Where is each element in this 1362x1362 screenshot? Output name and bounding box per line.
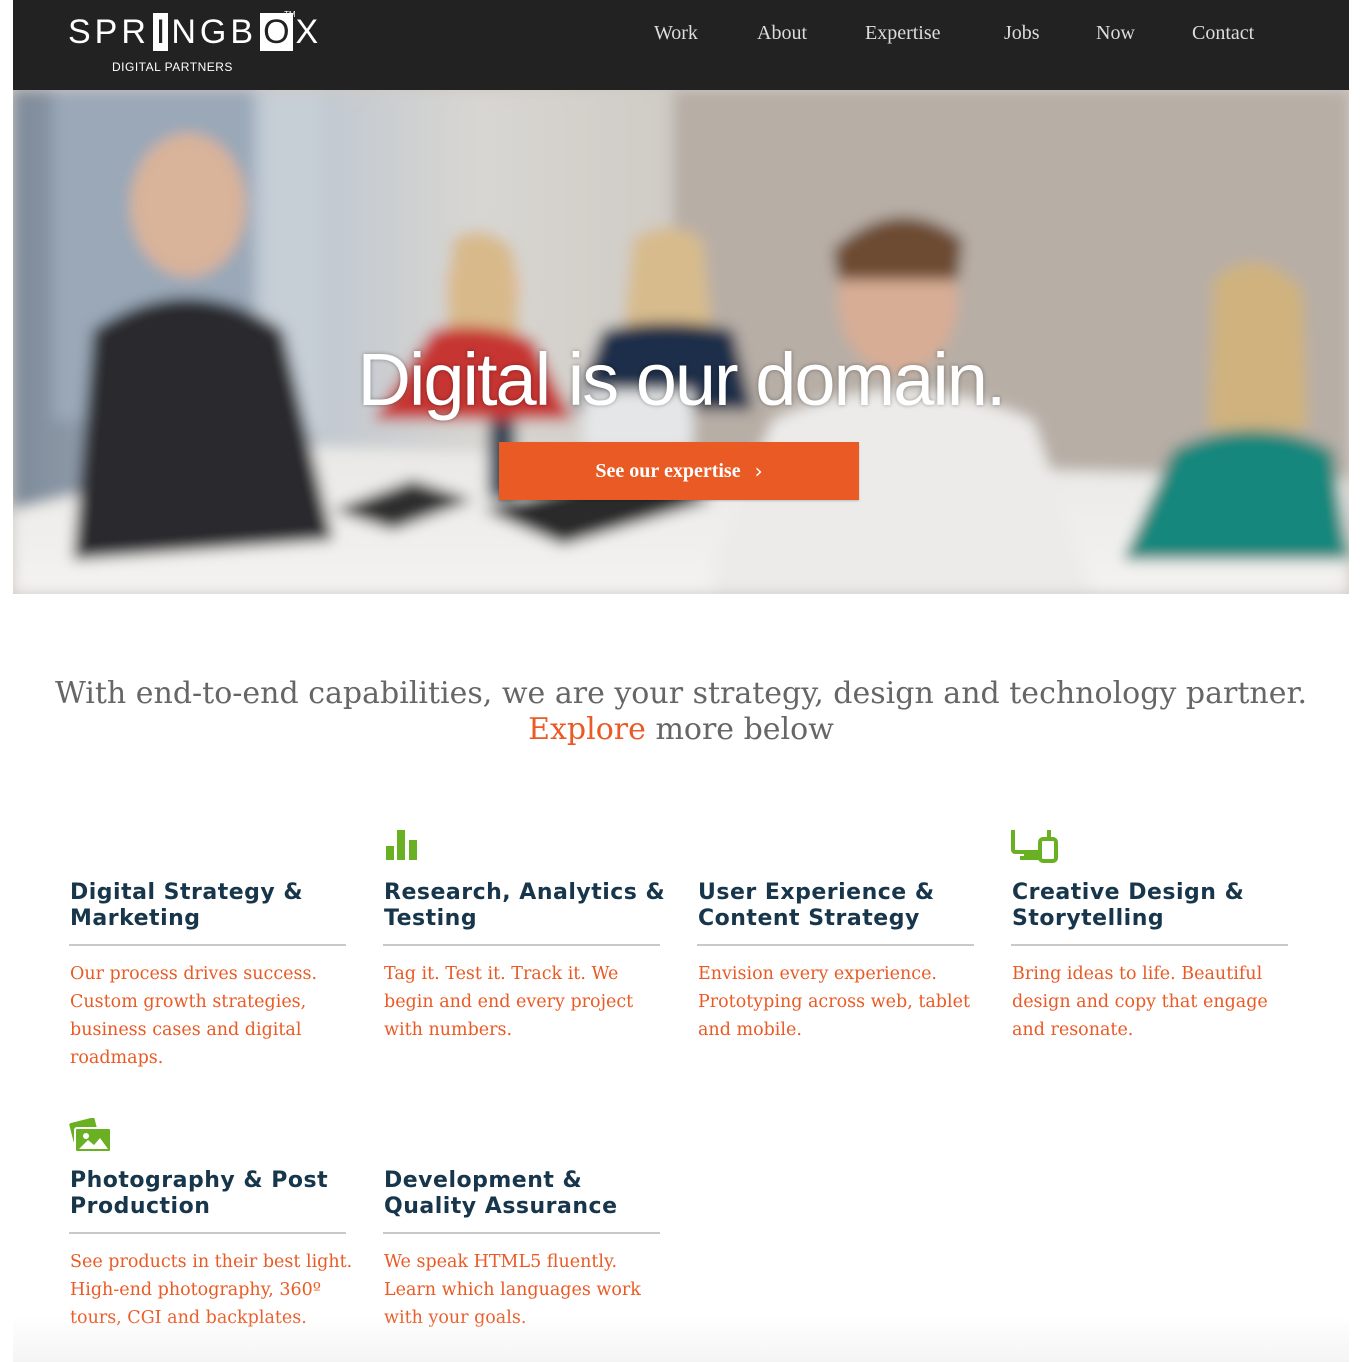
logo-text: SPR xyxy=(68,13,150,51)
nav-work[interactable]: Work xyxy=(654,22,698,45)
site-header: SPR I NGB O X TM DIGITAL PARTNERS Work About… xyxy=(13,0,1349,90)
service-description: Our process drives success. Custom growt… xyxy=(70,964,318,1068)
intro-statement: With end-to-end capabilities, we are you… xyxy=(13,676,1349,748)
bar-chart-icon xyxy=(386,830,417,860)
cta-label: See our expertise xyxy=(595,459,741,482)
service-description: See products in their best light. High-e… xyxy=(70,1252,353,1328)
service-description: Bring ideas to life. Beautiful design an… xyxy=(1012,964,1268,1040)
explore-link[interactable]: Explore xyxy=(528,712,646,747)
nav-contact[interactable]: Contact xyxy=(1192,22,1254,45)
nav-now[interactable]: Now xyxy=(1096,22,1135,45)
main-nav: Work About Expertise Jobs Now Contact xyxy=(653,22,1293,52)
divider xyxy=(697,944,974,946)
service-title: Development & Quality Assurance xyxy=(384,1168,618,1219)
nav-jobs[interactable]: Jobs xyxy=(1004,22,1040,45)
logo-subtitle: DIGITAL PARTNERS xyxy=(112,60,233,74)
service-title: Digital Strategy & Marketing xyxy=(70,880,304,931)
intro-text-after: more below xyxy=(655,712,834,747)
logo-box-letter: I xyxy=(152,13,169,51)
divider xyxy=(383,944,660,946)
springbox-logo[interactable]: SPR I NGB O X TM DIGITAL PARTNERS xyxy=(68,10,318,80)
see-our-expertise-button[interactable]: See our expertise › xyxy=(499,442,859,500)
chevron-right-icon: › xyxy=(754,459,763,483)
service-title: Research, Analytics & Testing xyxy=(384,880,666,931)
hero-banner: Digital is our domain. See our expertise… xyxy=(13,90,1349,594)
service-description: Envision every experience. Prototyping a… xyxy=(698,964,970,1040)
photos-icon xyxy=(69,1118,112,1153)
nav-expertise[interactable]: Expertise xyxy=(865,22,941,45)
service-title: User Experience & Content Strategy xyxy=(698,880,935,931)
hero-title: Digital is our domain. xyxy=(357,338,1007,421)
service-title: Creative Design & Storytelling xyxy=(1012,880,1245,931)
logo-text: X xyxy=(295,13,323,51)
divider xyxy=(383,1232,660,1234)
logo-trademark: TM xyxy=(284,10,296,19)
logo-text: NGB xyxy=(171,13,258,51)
divider xyxy=(69,944,346,946)
page: SPR I NGB O X TM DIGITAL PARTNERS Work About… xyxy=(13,0,1349,1362)
nav-about[interactable]: About xyxy=(757,22,807,45)
service-title: Photography & Post Production xyxy=(70,1168,329,1219)
divider xyxy=(69,1232,346,1234)
service-description: We speak HTML5 fluently. Learn which lan… xyxy=(384,1252,641,1328)
intro-text: With end-to-end capabilities, we are you… xyxy=(54,676,1308,711)
devices-icon xyxy=(1011,830,1058,863)
service-description: Tag it. Test it. Track it. We begin and … xyxy=(384,964,634,1040)
divider xyxy=(1011,944,1288,946)
